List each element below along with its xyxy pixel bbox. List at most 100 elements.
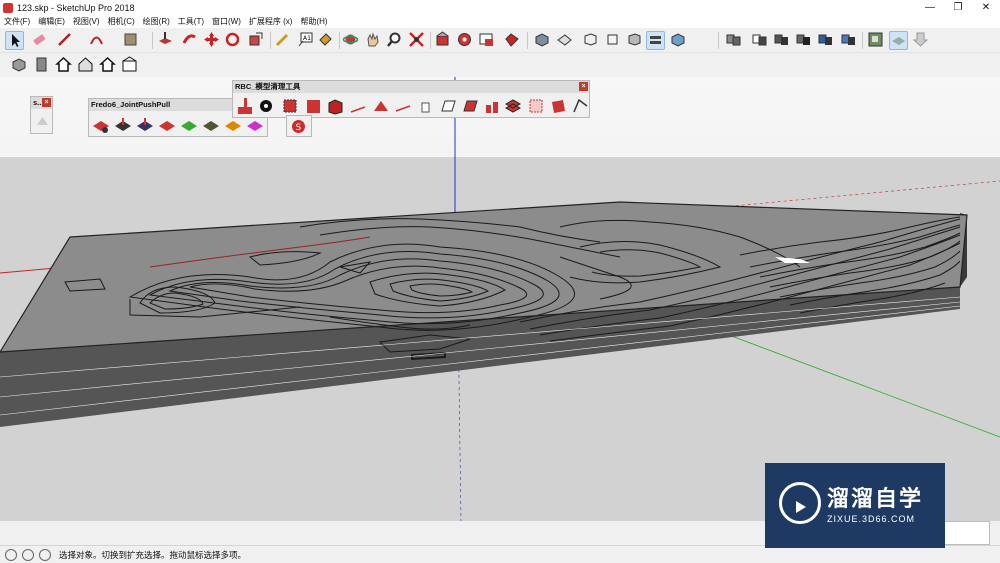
warehouse-icon[interactable]	[434, 31, 453, 50]
extension-manager-icon[interactable]	[503, 31, 522, 50]
left-view-icon[interactable]	[646, 31, 665, 50]
jpp-extrude-icon[interactable]	[224, 116, 241, 133]
warehouse-building-icon[interactable]	[121, 56, 140, 75]
rbc-cleanup-panel: RBC_模型清理工具 ×	[232, 80, 590, 118]
menu-camera[interactable]: 相机(C)	[104, 15, 139, 28]
rotate-tool-icon[interactable]	[224, 31, 243, 50]
rbc-material-icon[interactable]	[549, 97, 566, 114]
credits-icon[interactable]	[22, 548, 34, 561]
menu-tools[interactable]: 工具(T)	[174, 15, 208, 28]
sketchup-logo-icon	[3, 2, 13, 13]
jpp-vector-icon[interactable]	[136, 116, 153, 133]
rbc-box-icon[interactable]	[326, 97, 343, 115]
jpp-joint-icon[interactable]	[114, 116, 131, 133]
main-toolbar: A1	[0, 28, 1000, 53]
jpp-round-icon[interactable]	[158, 116, 175, 133]
home-icon[interactable]	[55, 56, 74, 75]
line-tool-icon[interactable]	[56, 31, 75, 50]
joint-push-pull-title: Fredo6_JointPushPull	[91, 100, 171, 109]
select-tool-icon[interactable]	[5, 31, 24, 50]
panel-shape-icon[interactable]	[34, 113, 51, 130]
iso-view-icon[interactable]	[533, 31, 552, 50]
top-view-icon[interactable]	[556, 31, 575, 50]
views-toolbar	[0, 53, 145, 76]
zoom-tool-icon[interactable]	[386, 31, 405, 50]
section-display-icon[interactable]	[10, 56, 29, 75]
geo-location-icon[interactable]	[5, 548, 17, 561]
model-viewport[interactable]	[0, 77, 1000, 521]
shaded-style-icon[interactable]	[773, 31, 792, 50]
jpp-follow-icon[interactable]	[246, 116, 263, 133]
rbc-measure-icon[interactable]	[571, 97, 588, 114]
paint-bucket-icon[interactable]	[317, 31, 336, 50]
menu-draw[interactable]: 绘图(R)	[139, 15, 174, 28]
zoom-extents-icon[interactable]	[408, 31, 427, 50]
monochrome-style-icon[interactable]	[817, 31, 836, 50]
hidden-line-style-icon[interactable]	[751, 31, 770, 50]
rbc-purge-icon[interactable]	[417, 97, 434, 114]
restore-button[interactable]: ❐	[944, 0, 972, 15]
menu-edit[interactable]: 编辑(E)	[34, 15, 69, 28]
tape-measure-icon[interactable]	[274, 31, 293, 50]
rbc-reverse-icon[interactable]	[461, 97, 478, 114]
sandbox-icon[interactable]	[889, 31, 908, 50]
rbc-panel-close-button[interactable]: ×	[579, 82, 588, 91]
jpp-volume-icon[interactable]	[180, 116, 197, 133]
rbc-brush-icon[interactable]	[236, 97, 253, 114]
rectangle-tool-icon[interactable]	[122, 31, 141, 50]
right-view-icon[interactable]	[604, 31, 623, 50]
jpp-gear-icon[interactable]	[92, 116, 109, 133]
menu-window[interactable]: 窗口(W)	[208, 15, 245, 28]
watermark-badge: 溜溜自学 ZIXUE.3D66.COM	[765, 463, 945, 548]
minimize-button[interactable]: —	[916, 0, 944, 15]
rbc-group-icon[interactable]	[281, 97, 298, 114]
rbc-component-icon[interactable]	[304, 97, 321, 114]
jpp-normal-icon[interactable]	[202, 116, 219, 133]
rbc-settings-icon[interactable]	[257, 97, 274, 114]
front-view-icon[interactable]	[582, 31, 601, 50]
scale-tool-icon[interactable]	[247, 31, 266, 50]
door-icon[interactable]	[33, 56, 52, 75]
watermark-url: ZIXUE.3D66.COM	[827, 514, 916, 524]
back-view-icon[interactable]	[626, 31, 645, 50]
rbc-line-icon[interactable]	[394, 97, 411, 114]
eraser-icon[interactable]	[31, 31, 50, 50]
rbc-cleanup-title: RBC_模型清理工具	[235, 82, 301, 91]
follow-me-icon[interactable]	[181, 31, 200, 50]
close-button[interactable]: ✕	[972, 0, 1000, 15]
rbc-face-icon[interactable]	[372, 97, 389, 114]
svg-text:S: S	[296, 123, 302, 133]
arc-tool-icon[interactable]	[88, 31, 107, 50]
house-outline-icon[interactable]	[99, 56, 118, 75]
text-tool-icon[interactable]: A1	[297, 31, 316, 50]
3d-scene[interactable]	[0, 77, 1000, 521]
menu-help[interactable]: 帮助(H)	[296, 15, 331, 28]
shadows-icon[interactable]	[867, 31, 886, 50]
user-account-icon[interactable]	[39, 548, 51, 561]
import-icon[interactable]	[912, 31, 931, 50]
rbc-edge-icon[interactable]	[349, 97, 366, 114]
extension-warehouse-icon[interactable]	[456, 31, 475, 50]
rbc-unhide-icon[interactable]	[527, 97, 544, 114]
wireframe-style-icon[interactable]	[725, 31, 744, 50]
rbc-split-icon[interactable]	[483, 97, 500, 114]
menu-view[interactable]: 视图(V)	[69, 15, 104, 28]
rbc-cleanup-header: RBC_模型清理工具 ×	[233, 81, 589, 93]
orbit-tool-icon[interactable]	[342, 31, 361, 50]
small-panel-close-button[interactable]: ×	[42, 98, 51, 107]
move-tool-icon[interactable]	[203, 31, 222, 50]
section-plane-icon[interactable]	[840, 31, 859, 50]
rbc-layers-icon[interactable]	[504, 97, 522, 114]
menu-file[interactable]: 文件(F)	[0, 15, 34, 28]
pan-tool-icon[interactable]	[364, 31, 383, 50]
shaded-texture-icon[interactable]	[795, 31, 814, 50]
rbc-flip-icon[interactable]	[439, 97, 456, 114]
menu-extensions[interactable]: 扩展程序 (x)	[245, 15, 297, 28]
push-pull-icon[interactable]	[157, 31, 176, 50]
xray-style-icon[interactable]	[669, 31, 688, 50]
layout-icon[interactable]	[478, 31, 497, 50]
svg-text:A1: A1	[303, 35, 311, 42]
extension-s-icon[interactable]: S	[290, 118, 307, 135]
house-section-icon[interactable]	[77, 56, 96, 75]
status-text: 选择对象。切换到扩充选择。拖动鼠标选择多项。	[59, 549, 247, 560]
